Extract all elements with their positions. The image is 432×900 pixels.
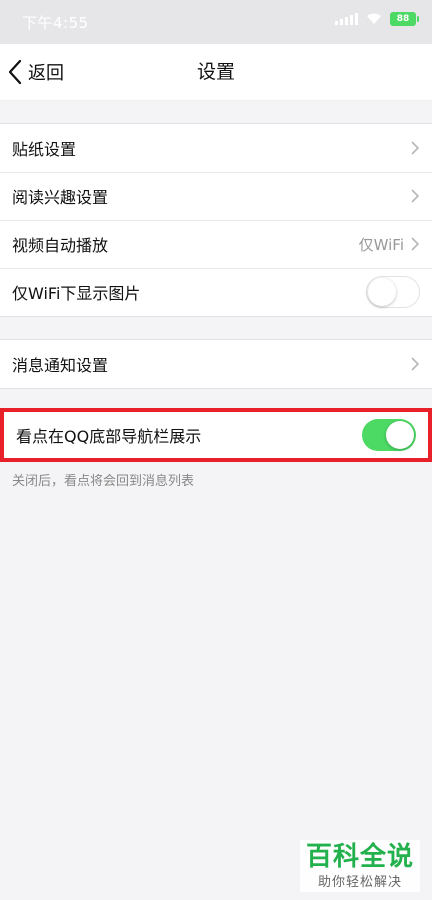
signal-icon <box>335 13 358 25</box>
chevron-right-icon <box>411 237 420 251</box>
battery-icon: 88 <box>390 12 419 26</box>
kandian-navbar-toggle[interactable] <box>362 419 416 451</box>
setting-note: 关闭后，看点将会回到消息列表 <box>12 474 195 489</box>
row-label: 仅WiFi下显示图片 <box>12 284 141 303</box>
row-video-autoplay[interactable]: 视频自动播放 仅WiFi <box>0 220 432 268</box>
watermark: 百科全说 助你轻松解决 <box>300 840 420 892</box>
row-label: 看点在QQ底部导航栏展示 <box>16 427 202 446</box>
row-message-notifications[interactable]: 消息通知设置 <box>0 340 432 388</box>
row-label: 消息通知设置 <box>12 356 109 375</box>
status-bar: 下午4:55 88 <box>0 0 432 44</box>
chevron-left-icon <box>8 59 22 85</box>
chevron-right-icon <box>411 189 420 203</box>
watermark-subtitle: 助你轻松解决 <box>317 875 402 890</box>
nav-bar: 返回 设置 <box>0 44 432 101</box>
row-label: 视频自动播放 <box>12 236 109 255</box>
back-button[interactable]: 返回 <box>6 44 64 100</box>
wifi-images-toggle[interactable] <box>366 276 420 308</box>
back-label: 返回 <box>28 63 64 84</box>
row-kandian-navbar: 看点在QQ底部导航栏展示 <box>4 412 428 458</box>
chevron-right-icon <box>411 141 420 155</box>
chevron-right-icon <box>411 357 420 371</box>
page-title: 设置 <box>196 61 235 83</box>
watermark-title: 百科全说 <box>305 842 414 872</box>
status-time: 下午4:55 <box>22 14 89 32</box>
settings-group-2: 消息通知设置 <box>0 339 432 389</box>
row-label: 贴纸设置 <box>12 140 77 159</box>
row-sticker-settings[interactable]: 贴纸设置 <box>0 124 432 172</box>
highlighted-setting: 看点在QQ底部导航栏展示 <box>0 408 432 462</box>
settings-group-1: 贴纸设置 阅读兴趣设置 视频自动播放 仅WiFi 仅WiFi下显示图片 <box>0 123 432 317</box>
row-reading-interest[interactable]: 阅读兴趣设置 <box>0 172 432 220</box>
status-icons: 88 <box>335 12 419 26</box>
row-value: 仅WiFi <box>358 235 404 254</box>
row-label: 阅读兴趣设置 <box>12 188 109 207</box>
row-wifi-images: 仅WiFi下显示图片 <box>0 268 432 316</box>
wifi-icon <box>366 13 382 25</box>
